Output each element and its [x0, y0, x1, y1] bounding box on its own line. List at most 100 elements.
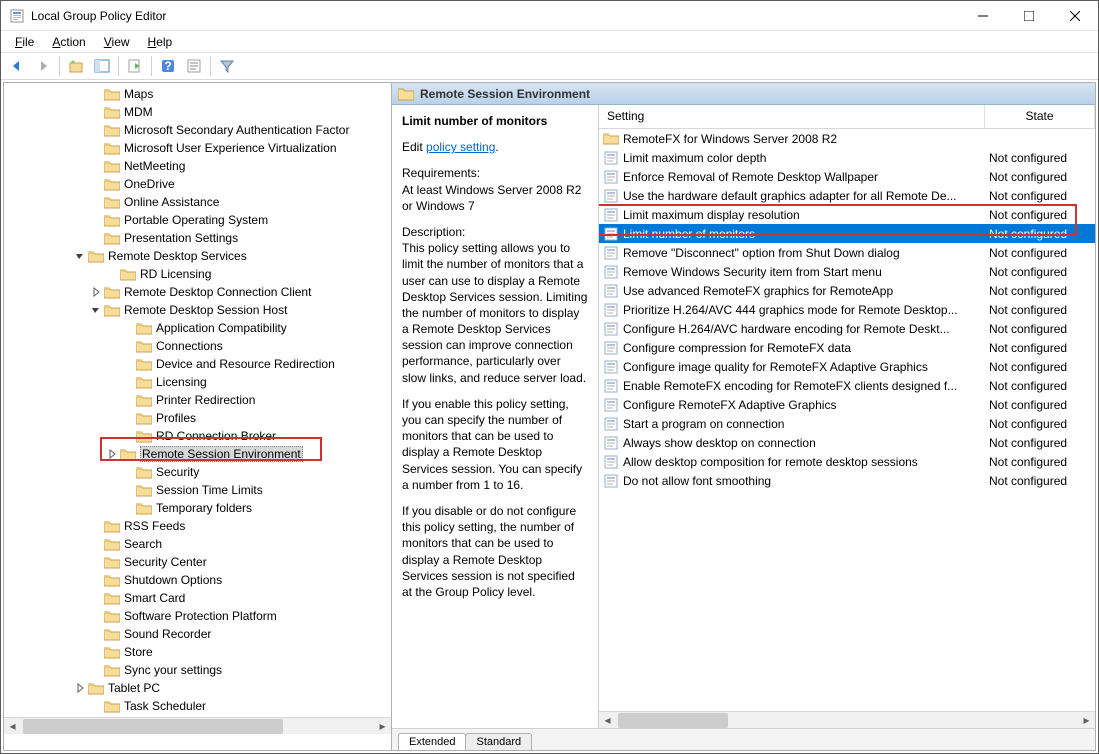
tree-item[interactable]: MDM: [4, 103, 391, 121]
policy-setting-icon: [603, 188, 619, 204]
forward-button[interactable]: [31, 54, 55, 78]
tree-item[interactable]: Remote Desktop Services: [4, 247, 391, 265]
list-row[interactable]: Limit maximum display resolutionNot conf…: [599, 205, 1095, 224]
col-setting[interactable]: Setting: [599, 105, 985, 128]
chevron-right-icon[interactable]: [72, 680, 88, 696]
minimize-button[interactable]: [960, 1, 1006, 31]
menu-view[interactable]: View: [96, 33, 138, 51]
tree-item[interactable]: Search: [4, 535, 391, 553]
tree-hscroll[interactable]: ◂▸: [4, 717, 391, 734]
tree-item[interactable]: RD Connection Broker: [4, 427, 391, 445]
col-state[interactable]: State: [985, 105, 1095, 128]
tree-item[interactable]: Session Time Limits: [4, 481, 391, 499]
maximize-button[interactable]: [1006, 1, 1052, 31]
desc-req-label: Requirements:: [402, 166, 480, 180]
tree-pane[interactable]: Maps MDM Microsoft Secondary Authenticatio…: [4, 83, 392, 750]
menu-action[interactable]: Action: [44, 33, 93, 51]
tree-item[interactable]: RD Licensing: [4, 265, 391, 283]
chevron-right-icon[interactable]: [88, 284, 104, 300]
setting-state: Not configured: [985, 474, 1095, 488]
properties-button[interactable]: [182, 54, 206, 78]
tree-item[interactable]: Software Protection Platform: [4, 607, 391, 625]
list-hscroll[interactable]: ◂▸: [599, 711, 1095, 728]
tree-item[interactable]: Temporary folders: [4, 499, 391, 517]
folder-icon: [104, 699, 120, 713]
tree-item-label: Security Center: [124, 555, 207, 569]
tree-item[interactable]: Connections: [4, 337, 391, 355]
list-row[interactable]: Configure compression for RemoteFX dataN…: [599, 338, 1095, 357]
list-row[interactable]: Use the hardware default graphics adapte…: [599, 186, 1095, 205]
tree-item[interactable]: Application Compatibility: [4, 319, 391, 337]
tree-item[interactable]: Store: [4, 643, 391, 661]
show-hide-tree-button[interactable]: [90, 54, 114, 78]
up-button[interactable]: [64, 54, 88, 78]
tree-item[interactable]: RSS Feeds: [4, 517, 391, 535]
tree-exp-none: [88, 230, 104, 246]
tree-item[interactable]: OneDrive: [4, 175, 391, 193]
tree-item[interactable]: Security: [4, 463, 391, 481]
tree-item[interactable]: Printer Redirection: [4, 391, 391, 409]
list-row[interactable]: Enforce Removal of Remote Desktop Wallpa…: [599, 167, 1095, 186]
tree-item-label: Tablet PC: [108, 681, 160, 695]
tree-item[interactable]: Remote Session Environment: [4, 445, 391, 463]
tree-item-label: Session Time Limits: [156, 483, 263, 497]
folder-icon: [104, 627, 120, 641]
folder-icon: [104, 303, 120, 317]
tree-item[interactable]: Sync your settings: [4, 661, 391, 679]
list-row[interactable]: Remove "Disconnect" option from Shut Dow…: [599, 243, 1095, 262]
tree-item[interactable]: Remote Desktop Connection Client: [4, 283, 391, 301]
tree-item[interactable]: NetMeeting: [4, 157, 391, 175]
tree-item[interactable]: Device and Resource Redirection: [4, 355, 391, 373]
back-button[interactable]: [5, 54, 29, 78]
tree-exp-none: [120, 464, 136, 480]
list-row[interactable]: RemoteFX for Windows Server 2008 R2: [599, 129, 1095, 148]
list-row[interactable]: Limit maximum color depthNot configured: [599, 148, 1095, 167]
setting-label: Enforce Removal of Remote Desktop Wallpa…: [623, 170, 985, 184]
tree-item-label: Application Compatibility: [156, 321, 287, 335]
export-button[interactable]: [123, 54, 147, 78]
tree-item[interactable]: Microsoft Secondary Authentication Facto…: [4, 121, 391, 139]
chevron-down-icon[interactable]: [88, 302, 104, 318]
list-row[interactable]: Configure RemoteFX Adaptive GraphicsNot …: [599, 395, 1095, 414]
list-row[interactable]: Do not allow font smoothingNot configure…: [599, 471, 1095, 490]
filter-button[interactable]: [215, 54, 239, 78]
chevron-right-icon[interactable]: [104, 446, 120, 462]
setting-state: Not configured: [985, 360, 1095, 374]
tree-item[interactable]: Presentation Settings: [4, 229, 391, 247]
tree-item[interactable]: Remote Desktop Session Host: [4, 301, 391, 319]
tree-item[interactable]: Tablet PC: [4, 679, 391, 697]
list-row[interactable]: Configure H.264/AVC hardware encoding fo…: [599, 319, 1095, 338]
tree-item[interactable]: Licensing: [4, 373, 391, 391]
tree-item[interactable]: Profiles: [4, 409, 391, 427]
list-row[interactable]: Remove Windows Security item from Start …: [599, 262, 1095, 281]
menu-file[interactable]: File: [7, 33, 42, 51]
policy-setting-icon: [603, 378, 619, 394]
edit-policy-link[interactable]: policy setting: [426, 140, 495, 154]
tree-exp-none: [88, 212, 104, 228]
tree-item[interactable]: Portable Operating System: [4, 211, 391, 229]
tab-extended[interactable]: Extended: [398, 733, 466, 750]
list-row[interactable]: Always show desktop on connectionNot con…: [599, 433, 1095, 452]
tab-standard[interactable]: Standard: [465, 733, 532, 750]
list-row[interactable]: Prioritize H.264/AVC 444 graphics mode f…: [599, 300, 1095, 319]
chevron-down-icon[interactable]: [72, 248, 88, 264]
list-row[interactable]: Use advanced RemoteFX graphics for Remot…: [599, 281, 1095, 300]
menu-help[interactable]: Help: [140, 33, 181, 51]
tree-item[interactable]: Maps: [4, 85, 391, 103]
tree-item[interactable]: Smart Card: [4, 589, 391, 607]
tree-item[interactable]: Task Scheduler: [4, 697, 391, 715]
tree-item[interactable]: Security Center: [4, 553, 391, 571]
tree-item[interactable]: Microsoft User Experience Virtualization: [4, 139, 391, 157]
list-row[interactable]: Allow desktop composition for remote des…: [599, 452, 1095, 471]
tree-item[interactable]: Online Assistance: [4, 193, 391, 211]
help-button[interactable]: ?: [156, 54, 180, 78]
tree-item[interactable]: Shutdown Options: [4, 571, 391, 589]
list-row[interactable]: Limit number of monitorsNot configured: [599, 224, 1095, 243]
list-row[interactable]: Configure image quality for RemoteFX Ada…: [599, 357, 1095, 376]
close-button[interactable]: [1052, 1, 1098, 31]
tree-item-label: MDM: [124, 105, 153, 119]
list-row[interactable]: Enable RemoteFX encoding for RemoteFX cl…: [599, 376, 1095, 395]
list-row[interactable]: Start a program on connectionNot configu…: [599, 414, 1095, 433]
list-body[interactable]: RemoteFX for Windows Server 2008 R2Limit…: [599, 129, 1095, 711]
tree-item[interactable]: Sound Recorder: [4, 625, 391, 643]
